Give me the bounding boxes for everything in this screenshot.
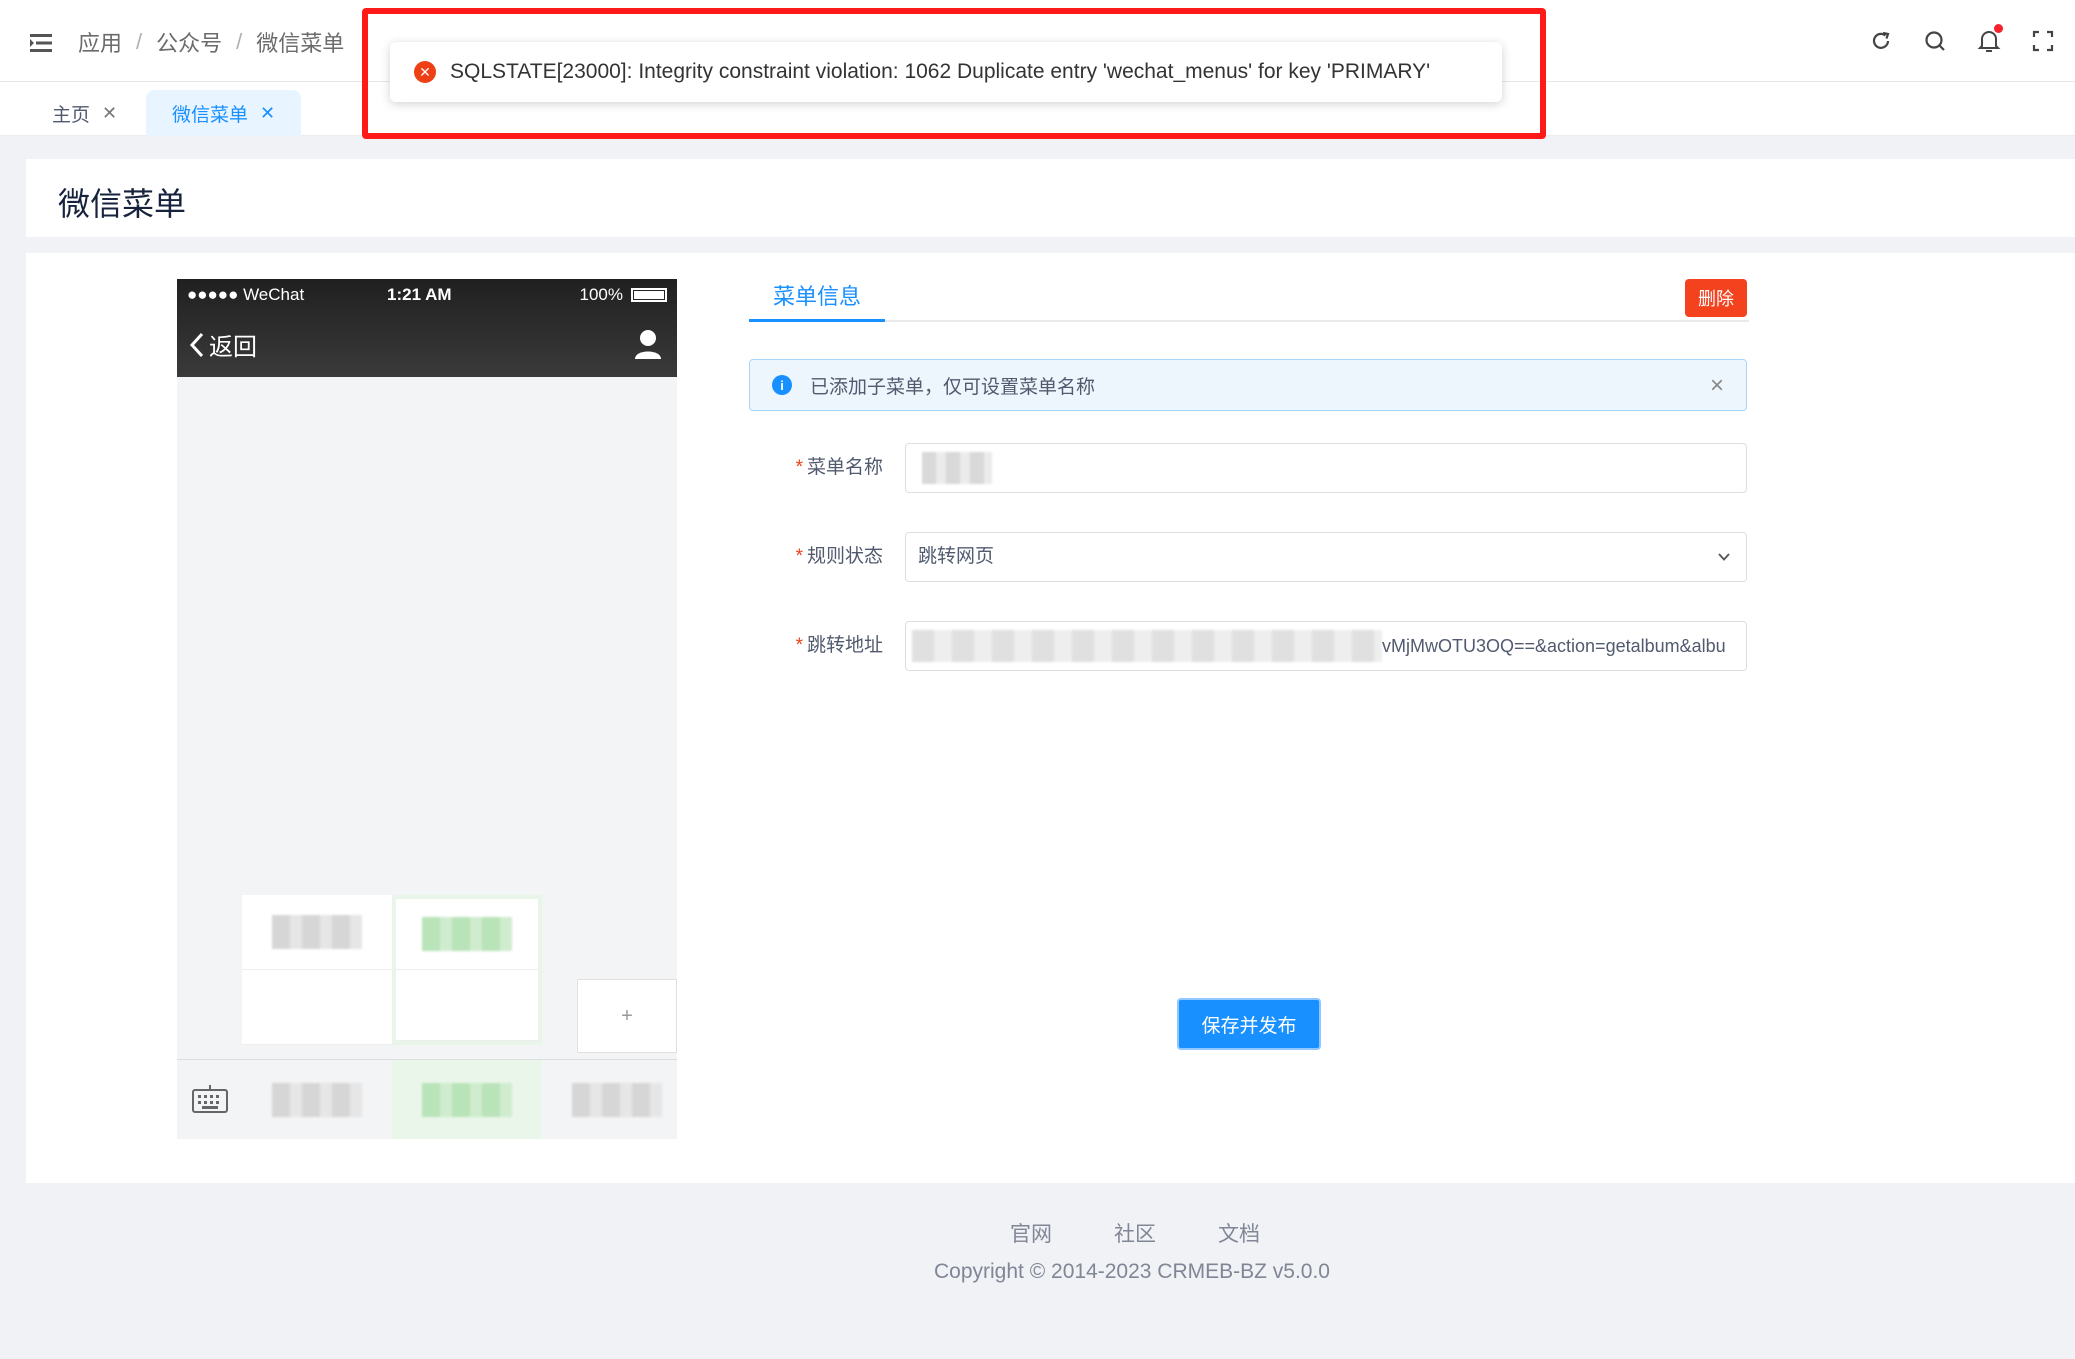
panel-tabs: 菜单信息 xyxy=(749,278,1749,322)
breadcrumb-item-official-account[interactable]: 公众号 xyxy=(156,26,222,58)
battery-icon xyxy=(631,288,667,302)
battery-status: 100% xyxy=(580,285,667,305)
chevron-down-icon xyxy=(1718,553,1730,561)
submenu-item[interactable] xyxy=(242,895,392,970)
menu-name-row: * 菜单名称 xyxy=(749,443,1747,493)
back-label: 返回 xyxy=(209,334,257,361)
menu-name-label: * 菜单名称 xyxy=(795,457,883,478)
breadcrumb-item-apps[interactable]: 应用 xyxy=(78,26,122,58)
error-icon: ✕ xyxy=(414,61,436,83)
tab-home[interactable]: 主页 ✕ xyxy=(26,90,143,136)
menu-toggle-icon[interactable] xyxy=(28,30,54,56)
breadcrumb: 应用 / 公众号 / 微信菜单 xyxy=(78,26,344,58)
menu-item-3[interactable] xyxy=(542,1060,677,1139)
alert-text: 已添加子菜单，仅可设置菜单名称 xyxy=(810,376,1096,398)
rule-status-label: * 规则状态 xyxy=(795,546,883,567)
delete-button[interactable]: 删除 xyxy=(1685,279,1747,317)
chevron-left-icon xyxy=(189,332,204,357)
rule-status-value: 跳转网页 xyxy=(918,546,995,567)
info-alert: i 已添加子菜单，仅可设置菜单名称 × xyxy=(749,359,1747,411)
breadcrumb-item-wechat-menu: 微信菜单 xyxy=(256,31,345,56)
main-card: ●●●●● WeChat 1:21 AM 100% 返回 + 菜单信息 删除 i… xyxy=(26,253,2075,1183)
redirect-url-value: vMjMwOTU3OQ==&action=getalbum&albu xyxy=(1382,636,1726,656)
phone-back: 返回 xyxy=(189,327,257,362)
page-header-card: 微信菜单 xyxy=(26,159,2075,237)
error-message: SQLSTATE[23000]: Integrity constraint vi… xyxy=(450,60,1431,83)
user-icon xyxy=(635,330,661,359)
footer-link-docs[interactable]: 文档 xyxy=(1218,1218,1260,1248)
close-icon[interactable]: ✕ xyxy=(260,103,275,124)
submenu-column-1 xyxy=(242,895,392,1045)
menu-item-1[interactable] xyxy=(242,1060,392,1139)
footer-link-website[interactable]: 官网 xyxy=(1010,1218,1052,1248)
refresh-icon[interactable] xyxy=(1869,28,1893,54)
footer-links: 官网 社区 文档 xyxy=(1010,1218,1260,1248)
notification-dot xyxy=(1994,24,2003,33)
battery-label: 100% xyxy=(579,285,623,304)
close-icon[interactable]: × xyxy=(1710,372,1724,400)
breadcrumb-separator: / xyxy=(136,29,143,54)
tab-label: 主页 xyxy=(52,104,91,126)
search-icon[interactable] xyxy=(1923,28,1947,54)
submenu-column-2 xyxy=(392,895,542,1045)
fullscreen-icon[interactable] xyxy=(2031,28,2055,54)
rule-status-select[interactable]: 跳转网页 xyxy=(905,532,1747,582)
notification-button[interactable] xyxy=(1977,24,2003,54)
phone-preview: ●●●●● WeChat 1:21 AM 100% 返回 + xyxy=(177,279,677,1139)
keyboard-icon xyxy=(192,1085,228,1113)
header-actions xyxy=(1869,24,2055,54)
close-icon[interactable]: ✕ xyxy=(102,103,117,124)
redirect-url-row: * 跳转地址 vMjMwOTU3OQ==&action=getalbum&albu xyxy=(749,621,1747,671)
redirect-url-label: * 跳转地址 xyxy=(795,635,883,656)
error-toast: ✕ SQLSTATE[23000]: Integrity constraint … xyxy=(390,42,1502,102)
phone-menu-bar xyxy=(177,1059,677,1139)
carrier-label: ●●●●● WeChat xyxy=(187,285,305,304)
rule-status-row: * 规则状态 跳转网页 xyxy=(749,532,1747,582)
submenu-item[interactable] xyxy=(396,899,538,970)
redirect-url-input[interactable]: vMjMwOTU3OQ==&action=getalbum&albu xyxy=(905,621,1747,671)
tab-label: 微信菜单 xyxy=(172,104,249,126)
menu-item-2[interactable] xyxy=(392,1060,542,1139)
tab-wechat-menu[interactable]: 微信菜单 ✕ xyxy=(146,90,302,136)
breadcrumb-separator: / xyxy=(236,29,243,54)
add-submenu-button[interactable]: + xyxy=(577,979,677,1053)
copyright-text: Copyright © 2014-2023 CRMEB-BZ v5.0.0 xyxy=(934,1260,1330,1283)
page-title: 微信菜单 xyxy=(58,186,187,222)
footer-link-community[interactable]: 社区 xyxy=(1114,1218,1156,1248)
tab-menu-info[interactable]: 菜单信息 xyxy=(749,278,886,322)
phone-time: 1:21 AM xyxy=(387,285,452,304)
phone-top-bar: ●●●●● WeChat 1:21 AM 100% 返回 xyxy=(177,279,677,377)
save-publish-button[interactable]: 保存并发布 xyxy=(1177,998,1321,1050)
submenu-item[interactable] xyxy=(396,970,538,1041)
info-icon: i xyxy=(772,375,792,395)
submenu-item[interactable] xyxy=(242,970,392,1045)
menu-name-input[interactable] xyxy=(905,443,1747,493)
